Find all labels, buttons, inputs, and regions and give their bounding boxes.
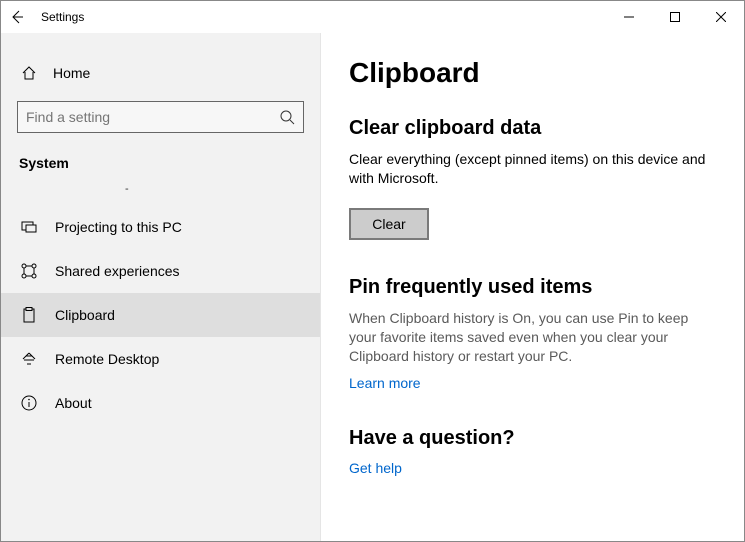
projecting-icon: [21, 219, 37, 235]
search-input[interactable]: [17, 101, 304, 133]
remote-icon: [21, 351, 37, 367]
category-label: System: [17, 155, 304, 171]
learn-more-link[interactable]: Learn more: [349, 375, 716, 391]
nav-list: Projecting to this PC Shared experiences…: [17, 205, 304, 425]
get-help-link[interactable]: Get help: [349, 460, 716, 476]
maximize-button[interactable]: [652, 1, 698, 33]
back-icon[interactable]: [9, 9, 25, 25]
page-title: Clipboard: [349, 57, 716, 89]
section-question: Have a question? Get help: [349, 427, 716, 476]
close-button[interactable]: [698, 1, 744, 33]
clear-button[interactable]: Clear: [349, 208, 429, 240]
section-clear: Clear clipboard data Clear everything (e…: [349, 117, 716, 240]
nav-label: About: [55, 395, 92, 411]
home-label: Home: [53, 65, 90, 81]
nav-label: Projecting to this PC: [55, 219, 182, 235]
minimize-button[interactable]: [606, 1, 652, 33]
titlebar: Settings: [1, 1, 744, 33]
nav-item-remote[interactable]: Remote Desktop: [17, 337, 304, 381]
search-icon: [279, 109, 295, 125]
nav-label: Remote Desktop: [55, 351, 159, 367]
divider-mark: -: [17, 183, 304, 195]
question-heading: Have a question?: [349, 427, 716, 450]
section-pin: Pin frequently used items When Clipboard…: [349, 276, 716, 392]
nav-item-clipboard[interactable]: Clipboard: [1, 293, 320, 337]
clipboard-icon: [21, 307, 37, 323]
pin-text: When Clipboard history is On, you can us…: [349, 309, 716, 366]
content-pane: Clipboard Clear clipboard data Clear eve…: [321, 33, 744, 541]
clear-heading: Clear clipboard data: [349, 117, 716, 140]
search-field[interactable]: [26, 109, 279, 125]
clear-text: Clear everything (except pinned items) o…: [349, 150, 716, 188]
sidebar: Home System - Projecting to this PC: [1, 33, 321, 541]
home-icon: [21, 65, 37, 81]
shared-icon: [21, 263, 37, 279]
nav-item-about[interactable]: About: [17, 381, 304, 425]
home-link[interactable]: Home: [17, 57, 304, 89]
nav-label: Clipboard: [55, 307, 115, 323]
pin-heading: Pin frequently used items: [349, 276, 716, 299]
nav-label: Shared experiences: [55, 263, 180, 279]
nav-item-projecting[interactable]: Projecting to this PC: [17, 205, 304, 249]
about-icon: [21, 395, 37, 411]
window-title: Settings: [41, 10, 84, 24]
nav-item-shared[interactable]: Shared experiences: [17, 249, 304, 293]
